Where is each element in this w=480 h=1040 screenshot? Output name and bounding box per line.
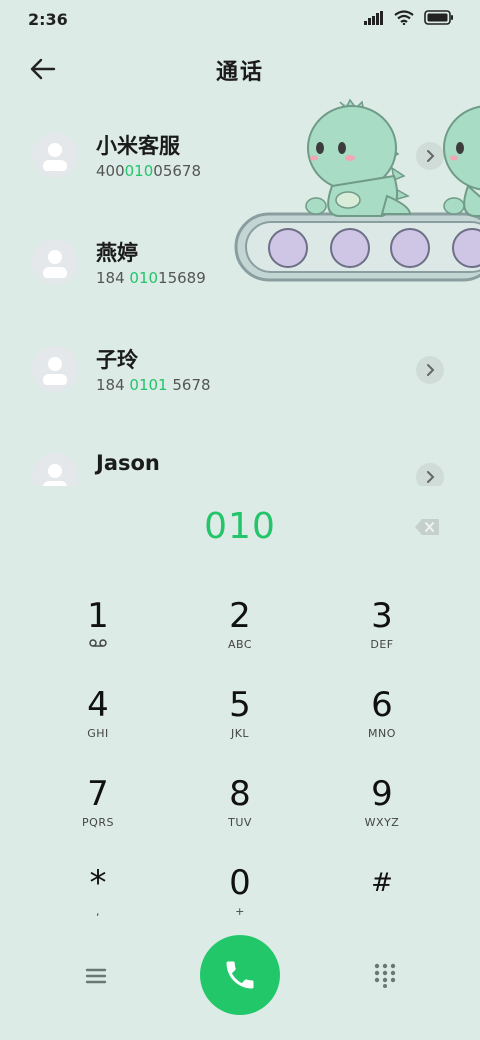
key-letters: WXYZ — [364, 816, 400, 829]
key-letters: ABC — [227, 638, 253, 651]
chevron-right-icon — [427, 257, 435, 269]
contact-name: 子玲 — [96, 348, 138, 372]
key-digit: 3 — [371, 596, 393, 636]
avatar — [32, 453, 78, 486]
key-hash[interactable]: # — [322, 863, 442, 933]
key-9[interactable]: 9 WXYZ — [322, 774, 442, 844]
contact-name: 燕婷 — [96, 241, 138, 265]
key-letters: GHI — [87, 727, 109, 740]
key-letters: , — [96, 905, 100, 918]
voicemail-icon — [38, 638, 158, 652]
status-bar: 2:36 — [0, 0, 480, 38]
key-5[interactable]: 5 JKL — [180, 685, 300, 755]
key-digit: 1 — [87, 596, 109, 636]
key-star[interactable]: * , — [38, 863, 158, 933]
contact-suggestions: 小米客服 40001005678 燕婷 184 01015689 子玲 184 … — [0, 110, 480, 486]
page-title: 通话 — [215, 60, 264, 85]
key-2[interactable]: 2 ABC — [180, 596, 300, 666]
contact-number: 184 0101 5678 — [96, 376, 211, 394]
key-letters: JKL — [230, 727, 250, 740]
key-digit: 2 — [229, 596, 251, 636]
key-digit: 9 — [371, 774, 393, 814]
contact-row[interactable]: 燕婷 184 01015689 — [0, 217, 480, 307]
chevron-right-icon — [427, 364, 435, 376]
contact-number: 184 01015689 — [96, 269, 206, 287]
contact-detail-button[interactable] — [416, 142, 444, 170]
dialed-number: 010 — [204, 506, 276, 547]
key-digit: 6 — [371, 685, 393, 725]
key-digit: 4 — [87, 685, 109, 725]
contact-number: 40001005678 — [96, 162, 201, 180]
contact-row[interactable]: 小米客服 40001005678 — [0, 110, 480, 200]
contact-detail-button[interactable] — [416, 463, 444, 486]
backspace-icon — [415, 519, 439, 535]
key-4[interactable]: 4 GHI — [38, 685, 158, 755]
avatar — [32, 346, 78, 392]
key-letters: MNO — [368, 727, 396, 740]
status-time: 2:36 — [28, 10, 68, 29]
key-letters: DEF — [370, 638, 394, 651]
key-6[interactable]: 6 MNO — [322, 685, 442, 755]
key-1[interactable]: 1 — [38, 596, 158, 666]
key-digit: 8 — [229, 774, 251, 814]
contact-detail-button[interactable] — [416, 249, 444, 277]
contact-name: 小米客服 — [96, 134, 180, 158]
dialpad-toggle-button[interactable] — [372, 962, 398, 988]
key-digit: # — [371, 868, 393, 898]
key-3[interactable]: 3 DEF — [322, 596, 442, 666]
key-digit: 0 — [229, 863, 251, 903]
key-0[interactable]: 0 + — [180, 863, 300, 933]
app-bar: 通话 — [0, 40, 480, 100]
contact-row[interactable]: Jason — [0, 431, 480, 486]
contact-detail-button[interactable] — [416, 356, 444, 384]
menu-button[interactable] — [82, 964, 110, 988]
key-letters: PQRS — [82, 816, 114, 829]
key-digit: 7 — [87, 774, 109, 814]
key-digit: * — [89, 863, 107, 903]
key-digit: 5 — [229, 685, 251, 725]
avatar — [32, 239, 78, 285]
chevron-right-icon — [427, 150, 435, 162]
bottom-action-bar — [0, 934, 480, 1018]
backspace-button[interactable] — [414, 518, 440, 536]
call-button[interactable] — [200, 935, 280, 1015]
contact-name: Jason — [96, 451, 160, 475]
key-letters: TUV — [228, 816, 252, 829]
menu-icon — [85, 968, 107, 984]
avatar — [32, 132, 78, 178]
status-icons — [364, 10, 454, 25]
battery-icon — [424, 10, 453, 25]
dialpad-icon — [374, 963, 396, 988]
chevron-right-icon — [427, 471, 435, 483]
phone-icon — [226, 961, 254, 989]
key-7[interactable]: 7 PQRS — [38, 774, 158, 844]
contact-row[interactable]: 子玲 184 0101 5678 — [0, 324, 480, 414]
key-letters: + — [235, 905, 245, 918]
signal-icon — [364, 10, 383, 25]
key-8[interactable]: 8 TUV — [180, 774, 300, 844]
wifi-icon — [394, 10, 414, 25]
